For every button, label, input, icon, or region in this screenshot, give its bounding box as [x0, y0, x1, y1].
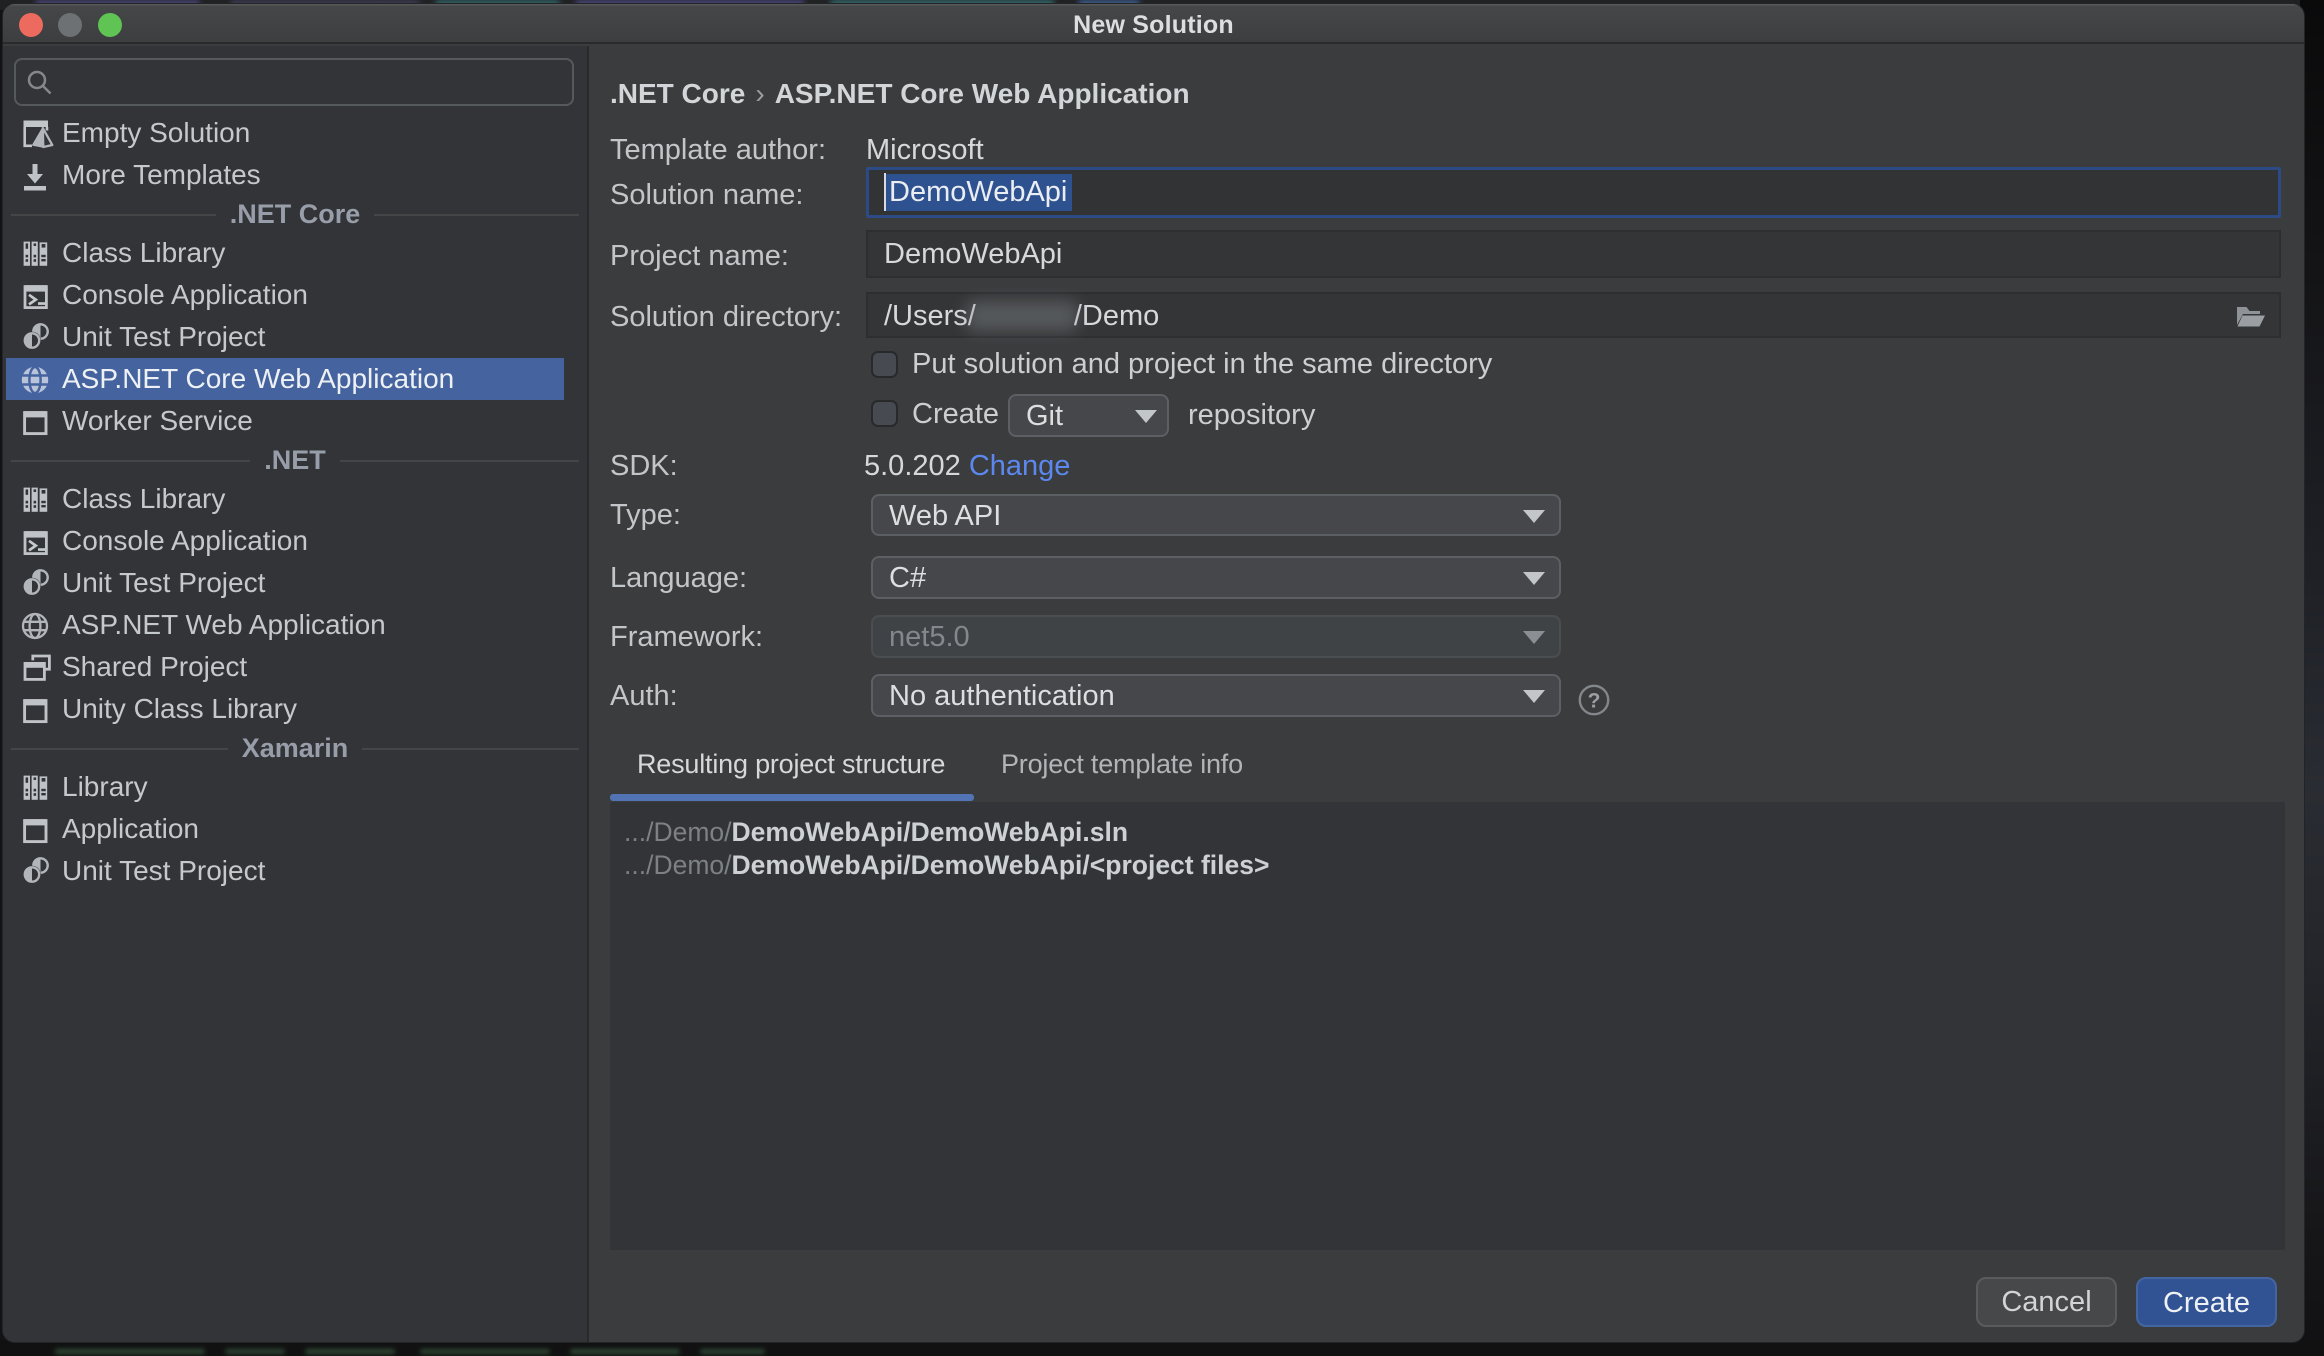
svg-text:?: ?: [1588, 690, 1601, 713]
